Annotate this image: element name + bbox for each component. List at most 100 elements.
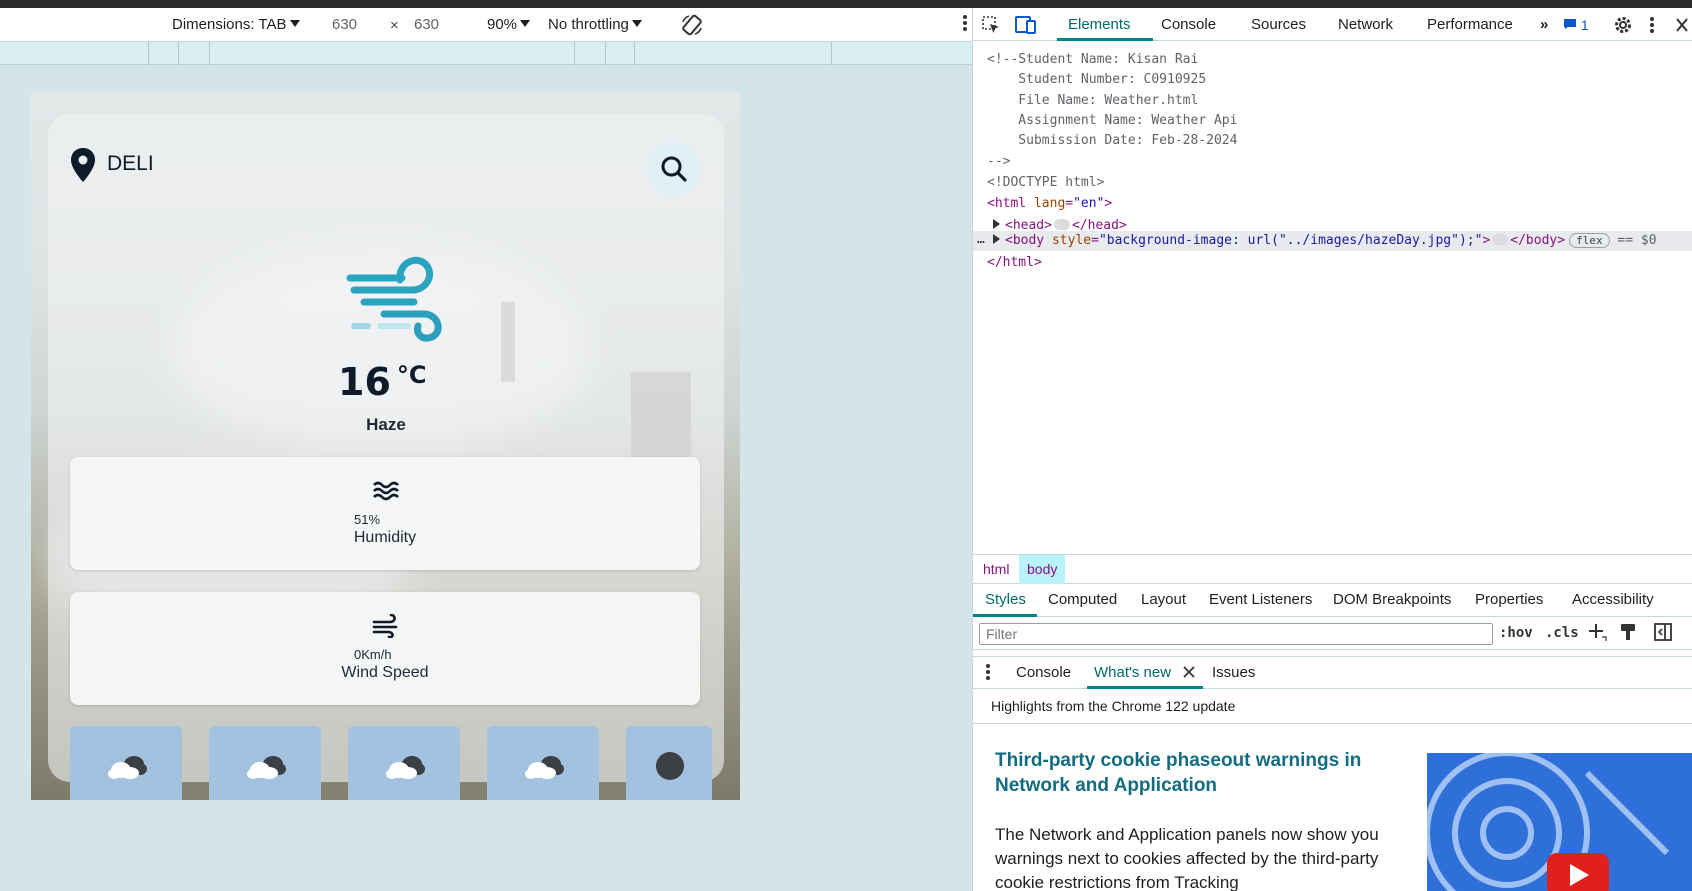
dom-comment-line[interactable]: Submission Date: Feb-28-2024 <box>987 133 1237 148</box>
tab-accessibility[interactable]: Accessibility <box>1572 591 1654 608</box>
paint-brush-icon[interactable] <box>1619 622 1637 646</box>
more-tabs-icon[interactable]: » <box>1540 16 1548 33</box>
moon-icon <box>656 752 684 780</box>
dimensions-label: Dimensions: TAB <box>172 16 287 33</box>
body-close-tag: </body> <box>1510 233 1566 248</box>
whats-new-video-thumbnail[interactable] <box>1427 753 1692 891</box>
throttling-label: No throttling <box>548 16 629 33</box>
media-query-ruler[interactable] <box>0 41 972 65</box>
rotate-icon[interactable] <box>680 13 704 41</box>
ruler-mark <box>605 42 606 65</box>
chevron-down-icon <box>631 20 642 27</box>
dom-comment-line[interactable]: --> <box>987 154 1010 169</box>
temperature-unit: °C <box>396 361 427 389</box>
settings-gear-icon[interactable] <box>1613 15 1633 39</box>
close-devtools-icon[interactable] <box>1675 15 1689 39</box>
tab-computed[interactable]: Computed <box>1048 591 1117 608</box>
html-lang-value: "en" <box>1073 196 1105 211</box>
collapsed-ellipsis-icon[interactable] <box>1492 234 1509 245</box>
dom-comment-line[interactable]: Student Number: C0910925 <box>987 72 1206 87</box>
haze-wind-icon <box>346 256 442 342</box>
styles-filter-input[interactable] <box>979 623 1493 645</box>
tab-styles[interactable]: Styles <box>985 591 1026 608</box>
drawer-tab-issues[interactable]: Issues <box>1212 664 1255 681</box>
drawer-menu-icon[interactable] <box>985 662 991 686</box>
forecast-item[interactable] <box>348 726 460 800</box>
dom-tree: <!--Student Name: Kisan Rai Student Numb… <box>973 42 1692 554</box>
device-emulation-pane: Dimensions: TAB 630 × 630 90% No throttl… <box>0 8 972 891</box>
tab-properties[interactable]: Properties <box>1475 591 1543 608</box>
close-tab-icon[interactable] <box>1182 662 1196 686</box>
dom-html-close[interactable]: </html> <box>987 255 1042 270</box>
article-body: The Network and Application panels now s… <box>995 825 1379 891</box>
drawer-tab-whats-new[interactable]: What's new <box>1094 664 1171 681</box>
location-name: DELI <box>107 152 154 175</box>
humidity-card: 51% Humidity <box>70 457 700 570</box>
tab-performance[interactable]: Performance <box>1427 16 1513 33</box>
ruler-mark <box>178 42 179 65</box>
dom-comment-line[interactable]: File Name: Weather.html <box>987 93 1198 108</box>
dom-comment-line[interactable]: Assignment Name: Weather Api <box>987 113 1237 128</box>
body-tag: <body <box>1005 233 1045 248</box>
devtools-panel: Elements Console Sources Network Perform… <box>972 8 1692 891</box>
temperature-value: 16 <box>338 360 391 404</box>
throttling-dropdown[interactable]: No throttling <box>548 16 642 33</box>
row-actions-icon[interactable]: … <box>977 232 985 247</box>
forecast-item[interactable] <box>487 726 599 800</box>
dom-comment-line[interactable]: <!--Student Name: Kisan Rai <box>987 52 1198 67</box>
search-button[interactable] <box>647 142 701 196</box>
tab-console[interactable]: Console <box>1161 16 1216 33</box>
weather-condition: Haze <box>366 415 406 434</box>
forecast-item[interactable] <box>70 726 182 800</box>
width-input[interactable]: 630 <box>326 14 388 36</box>
forecast-item[interactable] <box>626 726 712 800</box>
new-style-rule-icon[interactable] <box>1587 622 1607 646</box>
devtools-main-tabs: Elements Console Sources Network Perform… <box>973 8 1692 41</box>
dimensions-dropdown[interactable]: Dimensions: TAB <box>172 16 300 33</box>
emulation-toolbar: Dimensions: TAB 630 × 630 90% No throttl… <box>0 8 972 41</box>
dom-html-node[interactable]: <html lang="en"> <box>987 196 1112 211</box>
wind-icon <box>372 614 398 638</box>
dom-doctype[interactable]: <!DOCTYPE html> <box>987 175 1104 190</box>
breadcrumb-html[interactable]: html <box>975 555 1017 584</box>
cloud-icon <box>108 756 147 779</box>
whats-new-header: Highlights from the Chrome 122 update <box>973 689 1692 724</box>
message-icon <box>1564 19 1576 29</box>
humidity-waves-icon <box>373 481 399 501</box>
dom-body-node[interactable]: <body style="background-image: url("../i… <box>993 233 1657 248</box>
more-options-icon[interactable] <box>962 13 968 37</box>
ruler-mark <box>574 42 575 65</box>
article-title[interactable]: Third-party cookie phaseout warnings in … <box>995 748 1385 798</box>
collapsed-ellipsis-icon[interactable] <box>1053 219 1070 230</box>
device-toolbar-icon[interactable] <box>1015 15 1037 39</box>
wind-speed-card: 0Km/h Wind Speed <box>70 592 700 705</box>
drawer-tab-console[interactable]: Console <box>1016 664 1071 681</box>
flex-badge[interactable]: flex <box>1569 233 1610 248</box>
styles-pane-tabs: Styles Computed Layout Event Listeners D… <box>973 584 1692 617</box>
tab-event-listeners[interactable]: Event Listeners <box>1209 591 1312 608</box>
tab-dom-breakpoints[interactable]: DOM Breakpoints <box>1333 591 1451 608</box>
expand-triangle-icon[interactable] <box>993 234 1000 244</box>
forecast-item[interactable] <box>209 726 321 800</box>
expand-triangle-icon[interactable] <box>993 219 1000 229</box>
body-tag-gt: > <box>1482 233 1491 248</box>
tab-sources[interactable]: Sources <box>1251 16 1306 33</box>
chevron-down-icon <box>289 20 300 27</box>
breadcrumb-body[interactable]: body <box>1019 555 1066 584</box>
search-icon <box>661 156 687 182</box>
toggle-sidebar-icon[interactable] <box>1653 622 1673 646</box>
toggle-hov-button[interactable]: :hov <box>1499 625 1533 641</box>
height-input[interactable]: 630 <box>408 14 470 36</box>
zoom-dropdown[interactable]: 90% <box>487 16 531 33</box>
tab-elements[interactable]: Elements <box>1068 16 1131 33</box>
cloud-icon <box>247 756 286 779</box>
issues-badge[interactable]: 1 <box>1563 17 1589 33</box>
ruler-mark <box>209 42 210 65</box>
location-pin-icon <box>71 148 95 182</box>
toggle-cls-button[interactable]: .cls <box>1545 625 1579 641</box>
tab-network[interactable]: Network <box>1338 16 1393 33</box>
inspect-element-icon[interactable] <box>981 15 1001 39</box>
zoom-label: 90% <box>487 16 518 33</box>
tab-layout[interactable]: Layout <box>1141 591 1186 608</box>
devtools-menu-icon[interactable] <box>1649 15 1655 39</box>
